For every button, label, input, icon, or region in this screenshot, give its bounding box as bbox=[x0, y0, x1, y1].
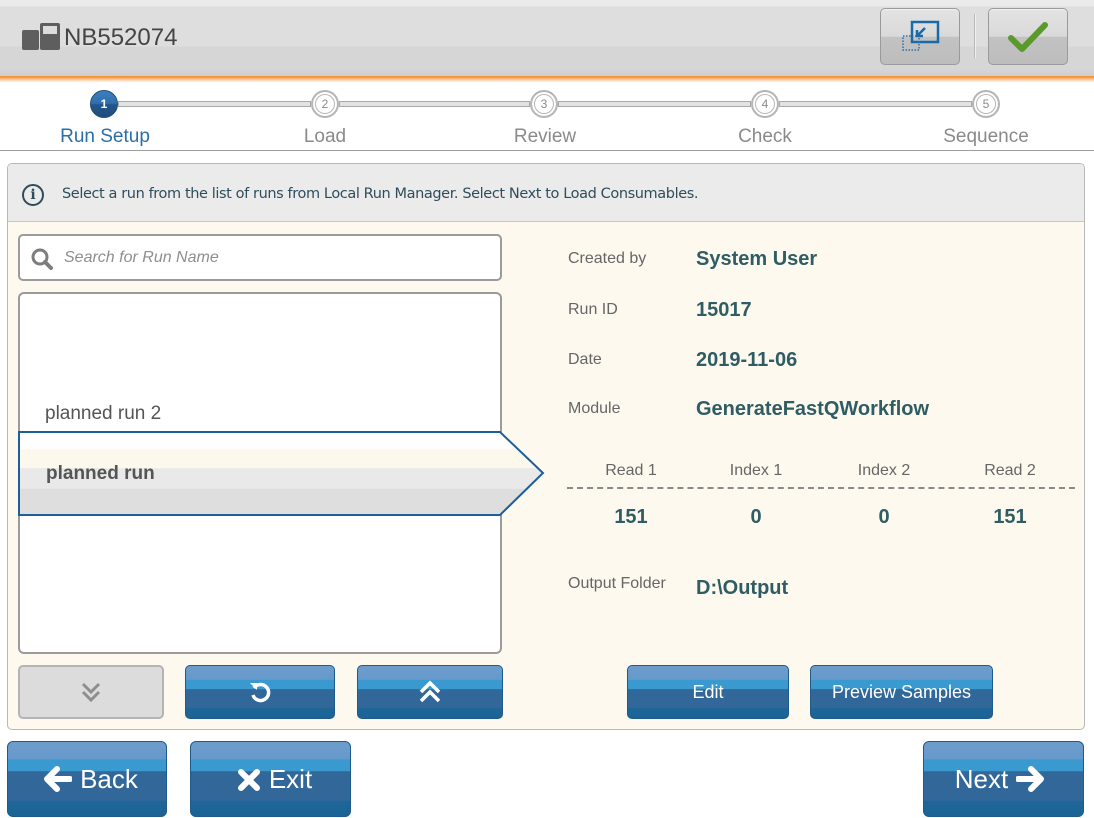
step-3-indicator: 3 bbox=[530, 90, 558, 118]
next-button[interactable]: Next bbox=[923, 741, 1084, 817]
read2-value: 151 bbox=[993, 506, 1027, 528]
run-id-label: Run ID bbox=[568, 301, 618, 318]
step-connector bbox=[339, 101, 530, 107]
step-2-label: Load bbox=[303, 126, 347, 147]
selected-run-label: planned run bbox=[46, 463, 155, 484]
arrow-left-icon bbox=[44, 766, 74, 792]
info-icon: i bbox=[22, 184, 44, 206]
edit-button[interactable]: Edit bbox=[627, 665, 789, 719]
step-3-label: Review bbox=[513, 126, 577, 147]
run-id-value: 15017 bbox=[696, 299, 752, 321]
refresh-button[interactable] bbox=[185, 665, 335, 719]
output-folder-value: D:\Output bbox=[696, 577, 789, 599]
instrument-icon bbox=[22, 23, 60, 50]
close-icon bbox=[237, 769, 260, 791]
step-5-indicator: 5 bbox=[972, 90, 1000, 118]
step-connector bbox=[558, 101, 751, 107]
search-icon bbox=[31, 248, 53, 270]
run-list-item-selected[interactable]: planned run bbox=[18, 431, 548, 517]
reads-divider bbox=[567, 487, 1075, 489]
index1-value: 0 bbox=[750, 506, 762, 528]
minimize-window-icon bbox=[902, 20, 940, 51]
step-1-indicator: 1 bbox=[90, 90, 118, 118]
back-button[interactable]: Back bbox=[7, 741, 167, 817]
step-connector bbox=[779, 101, 972, 107]
created-by-value: System User bbox=[696, 248, 818, 270]
checkmark-icon bbox=[1008, 21, 1048, 52]
step-4-indicator: 4 bbox=[751, 90, 779, 118]
index1-header: Index 1 bbox=[729, 462, 783, 479]
run-setup-panel: i Select a run from the list of runs fro… bbox=[7, 163, 1085, 730]
step-connector bbox=[118, 101, 311, 107]
step-4-label: Check bbox=[738, 126, 792, 147]
progress-stepper: 1 2 3 4 5 Run Setup Load Review Check Se… bbox=[0, 82, 1094, 152]
back-label: Back bbox=[80, 764, 138, 794]
scroll-down-button[interactable] bbox=[18, 665, 164, 719]
stepper-divider bbox=[0, 150, 1094, 151]
instrument-name: NB552074 bbox=[64, 24, 178, 51]
date-label: Date bbox=[568, 351, 602, 368]
double-chevron-up-icon bbox=[419, 680, 441, 703]
read1-value: 151 bbox=[614, 506, 648, 528]
info-banner: i Select a run from the list of runs fro… bbox=[8, 164, 1084, 222]
preview-samples-button[interactable]: Preview Samples bbox=[810, 665, 993, 719]
title-bar: NB552074 bbox=[0, 0, 1094, 82]
date-value: 2019-11-06 bbox=[696, 349, 798, 371]
module-label: Module bbox=[568, 400, 621, 417]
read1-header: Read 1 bbox=[605, 462, 657, 479]
exit-button[interactable]: Exit bbox=[190, 741, 351, 817]
toolbar-separator bbox=[974, 14, 975, 58]
step-5-label: Sequence bbox=[943, 126, 1029, 147]
refresh-icon bbox=[250, 682, 271, 703]
read2-header: Read 2 bbox=[984, 462, 1036, 479]
double-chevron-down-icon bbox=[81, 682, 101, 703]
index2-value: 0 bbox=[878, 506, 890, 528]
step-2-indicator: 2 bbox=[311, 90, 339, 118]
exit-label: Exit bbox=[268, 764, 313, 794]
next-label: Next bbox=[954, 764, 1009, 794]
module-value: GenerateFastQWorkflow bbox=[696, 398, 930, 420]
index2-header: Index 2 bbox=[857, 462, 911, 479]
search-input[interactable] bbox=[64, 244, 484, 272]
step-1-label: Run Setup bbox=[60, 126, 150, 147]
arrow-right-icon bbox=[1015, 766, 1045, 792]
output-folder-label: Output Folder bbox=[568, 575, 666, 592]
minimize-button[interactable] bbox=[880, 8, 960, 65]
info-message: Select a run from the list of runs from … bbox=[62, 186, 699, 202]
confirm-button[interactable] bbox=[988, 8, 1068, 65]
run-search-field[interactable] bbox=[18, 234, 502, 281]
scroll-up-button[interactable] bbox=[357, 665, 503, 719]
created-by-label: Created by bbox=[568, 250, 647, 267]
run-list-item[interactable]: planned run 2 bbox=[45, 403, 161, 425]
